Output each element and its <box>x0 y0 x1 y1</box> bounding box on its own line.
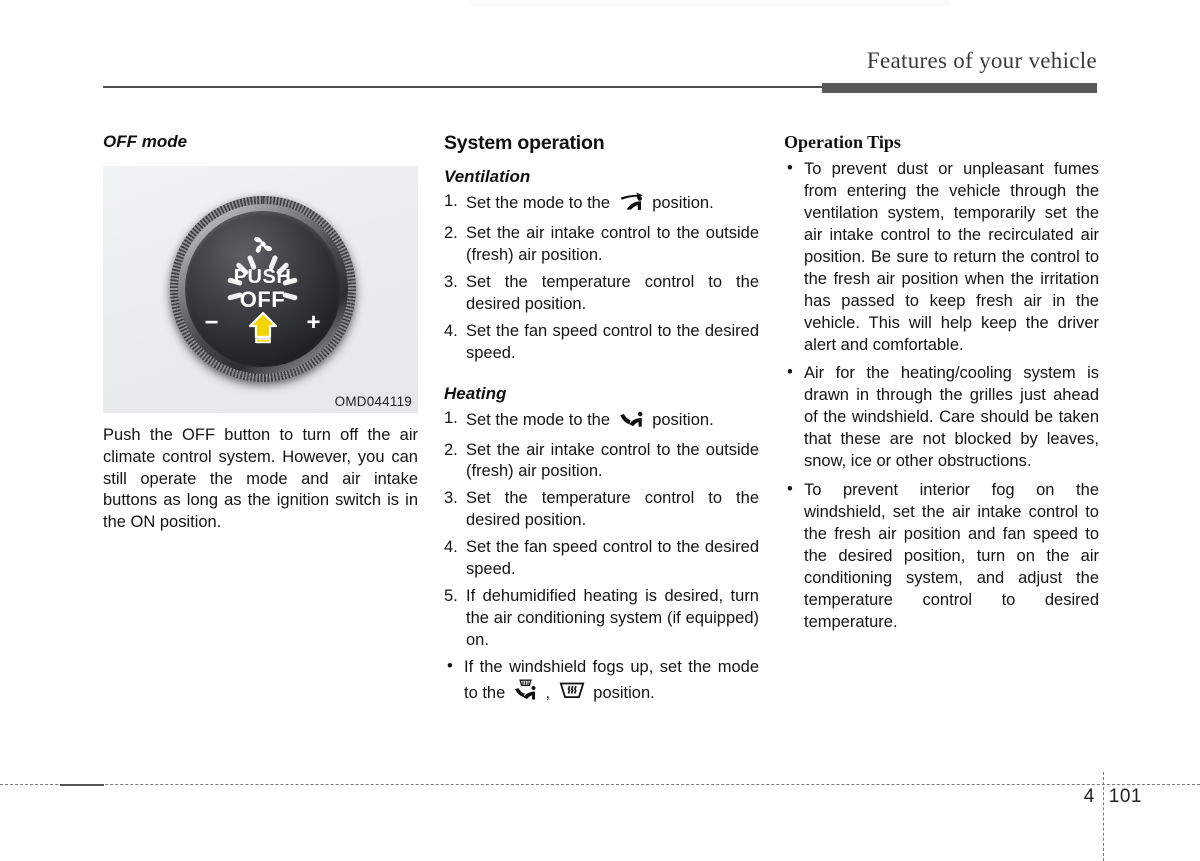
step-number: 3. <box>444 489 458 508</box>
knob-minus-label: − <box>204 308 219 336</box>
face-vent-icon <box>618 191 645 218</box>
list-item: 3. Set the temperature control to the de… <box>444 488 759 532</box>
knob-push-label: PUSH <box>233 265 292 288</box>
bottom-crop-line <box>0 784 1200 785</box>
knob-plus-label: + <box>306 308 321 336</box>
right-column: Operation Tips • To prevent dust or unpl… <box>784 132 1099 641</box>
step-text: Set the air intake control to the outsid… <box>466 440 759 481</box>
step-number: 2. <box>444 440 458 459</box>
bottom-crop-tick <box>60 784 104 786</box>
page-number: 4 101 <box>1084 786 1142 808</box>
list-item: 4. Set the fan speed control to the desi… <box>444 537 759 581</box>
step-text-after: position. <box>652 410 714 429</box>
knob-push-off-text: PUSH OFF <box>185 265 341 312</box>
folio-number: 101 <box>1108 786 1142 807</box>
list-item: 3. Set the temperature control to the de… <box>444 272 759 316</box>
operation-tips-list: • To prevent dust or unpleasant fumes fr… <box>784 159 1099 634</box>
floor-defrost-icon <box>513 679 538 708</box>
step-text: Set the fan speed control to the desired… <box>466 538 759 579</box>
step-text: Set the fan speed control to the desired… <box>466 321 759 362</box>
tip-text: To prevent dust or unpleasant fumes from… <box>804 160 1099 354</box>
list-item: 2. Set the air intake control to the out… <box>444 223 759 267</box>
step-number: 5. <box>444 587 458 606</box>
step-number: 4. <box>444 321 458 340</box>
bullet-dot: • <box>447 656 453 675</box>
step-number: 1. <box>444 192 458 210</box>
operation-tips-heading: Operation Tips <box>784 132 901 152</box>
tip-text: Air for the heating/cooling system is dr… <box>804 364 1099 471</box>
bullet-dot: • <box>787 363 793 382</box>
climate-knob[interactable]: PUSH OFF − + <box>158 184 368 394</box>
system-operation-heading: System operation <box>444 132 605 154</box>
list-item: • To prevent interior fog on the windshi… <box>784 480 1099 634</box>
header-rule-block <box>822 83 1097 93</box>
bullet-dot: • <box>787 159 793 177</box>
list-item: 1. Set the mode to the position. <box>444 408 759 435</box>
step-text: Set the air intake control to the outsid… <box>466 223 759 264</box>
list-item: 5. If dehumidified heating is desired, t… <box>444 586 759 652</box>
defrost-icon <box>558 680 586 708</box>
list-item: • To prevent dust or unpleasant fumes fr… <box>784 159 1099 356</box>
list-item: • If the windshield fogs up, set the mod… <box>444 657 759 708</box>
floor-vent-icon <box>618 408 645 435</box>
list-item: 2. Set the air intake control to the out… <box>444 440 759 484</box>
off-mode-figure: PUSH OFF − + OMD044119 <box>103 166 418 413</box>
step-text-before: Set the mode to the <box>466 410 611 429</box>
icon-separator: , <box>545 683 551 702</box>
ventilation-heading: Ventilation <box>444 167 531 186</box>
bullet-dot: • <box>787 480 793 499</box>
note-text-after: position. <box>593 683 655 702</box>
chapter-number: 4 <box>1083 786 1095 807</box>
ventilation-steps: 1. Set the mode to the position. 2. Set … <box>444 191 759 365</box>
step-text: If dehumidified heating is desired, turn… <box>466 587 759 649</box>
knob-face: PUSH OFF − + <box>184 210 341 367</box>
heating-note: • If the windshield fogs up, set the mod… <box>444 657 759 708</box>
step-number: 3. <box>444 272 458 291</box>
list-item: 1. Set the mode to the position. <box>444 191 759 218</box>
off-mode-heading: OFF mode <box>103 132 188 151</box>
step-text: Set the temperature control to the desir… <box>466 272 759 313</box>
list-item: 4. Set the fan speed control to the desi… <box>444 321 759 365</box>
top-crop-band <box>470 0 950 6</box>
step-number: 4. <box>444 538 458 557</box>
tip-text: To prevent interior fog on the windshiel… <box>804 481 1099 631</box>
heating-steps: 1. Set the mode to the position. 2. Set … <box>444 408 759 652</box>
middle-column: System operation Ventilation 1. Set the … <box>444 132 759 715</box>
list-item: • Air for the heating/cooling system is … <box>784 363 1099 473</box>
off-mode-paragraph: Push the OFF button to turn off the air … <box>103 426 418 532</box>
fan-icon <box>250 231 276 257</box>
left-column: OFF mode PUSH OFF − + OMD044119 Push the… <box>103 132 418 534</box>
page-title: Features of your vehicle <box>866 48 1097 73</box>
step-text-before: Set the mode to the <box>466 194 611 212</box>
heating-heading: Heating <box>444 383 507 403</box>
page-header: Features of your vehicle <box>0 48 1200 96</box>
step-text: Set the temperature control to the desir… <box>466 489 759 530</box>
step-number: 2. <box>444 223 458 242</box>
step-number: 1. <box>444 408 458 427</box>
push-arrow-icon <box>247 311 279 345</box>
figure-caption: OMD044119 <box>334 394 412 409</box>
step-text-after: position. <box>652 194 714 212</box>
